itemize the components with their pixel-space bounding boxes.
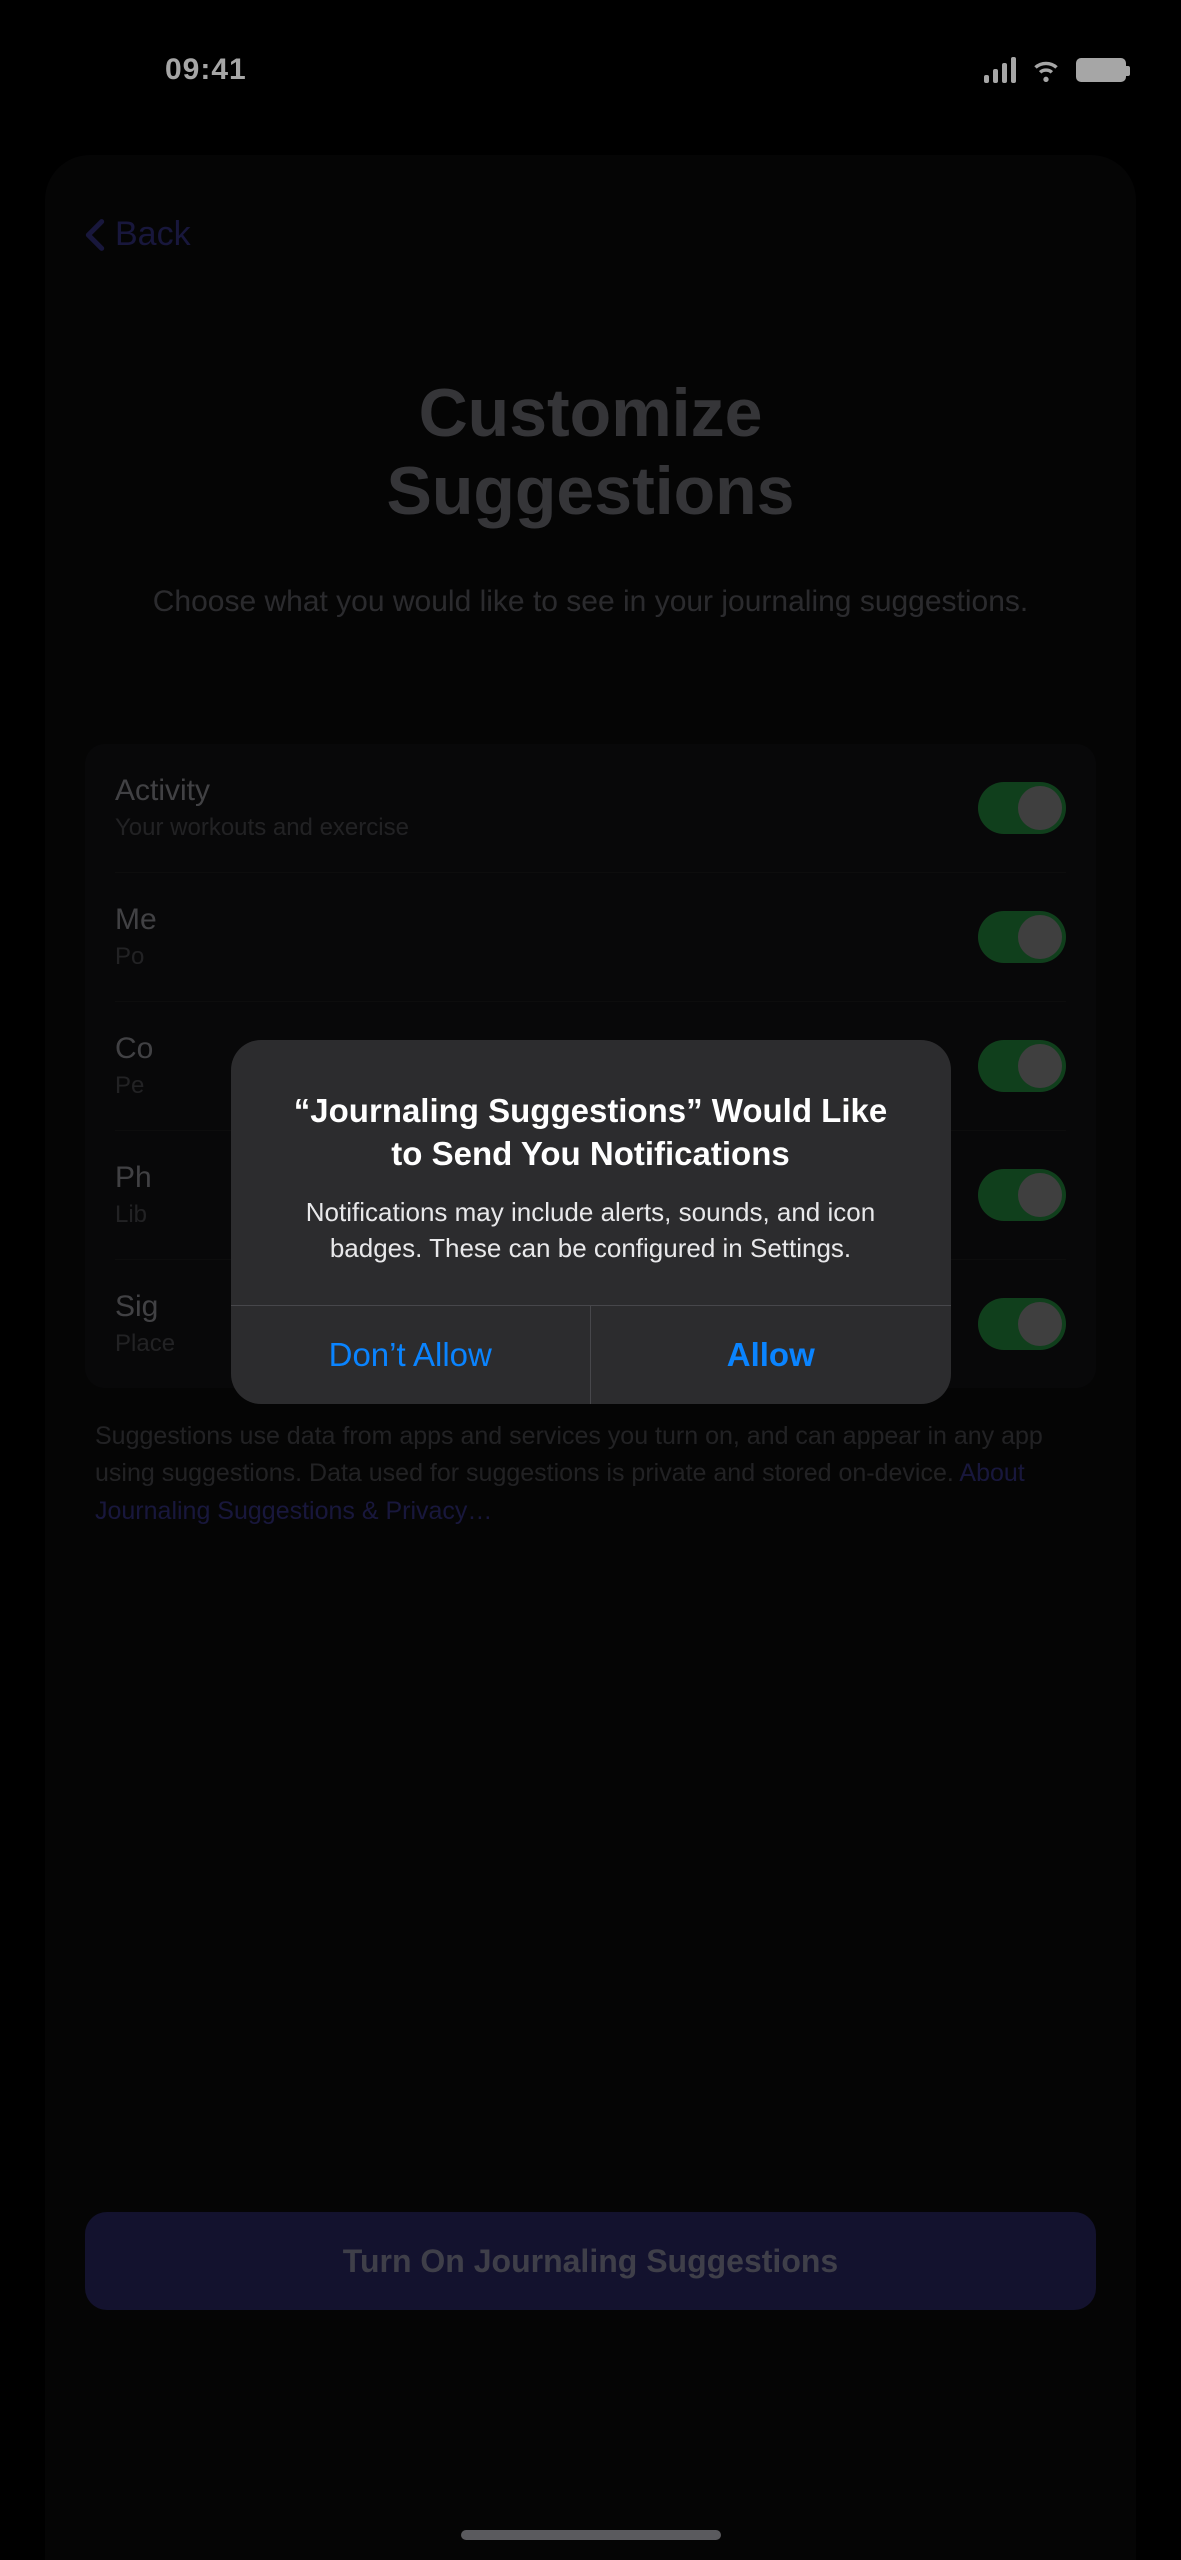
alert-title: “Journaling Suggestions” Would Like to S… bbox=[281, 1090, 901, 1176]
home-indicator[interactable] bbox=[461, 2530, 721, 2540]
alert-message: Notifications may include alerts, sounds… bbox=[281, 1194, 901, 1267]
dont-allow-button[interactable]: Don’t Allow bbox=[231, 1306, 592, 1404]
allow-button[interactable]: Allow bbox=[591, 1306, 951, 1404]
notification-permission-alert: “Journaling Suggestions” Would Like to S… bbox=[231, 1040, 951, 1404]
